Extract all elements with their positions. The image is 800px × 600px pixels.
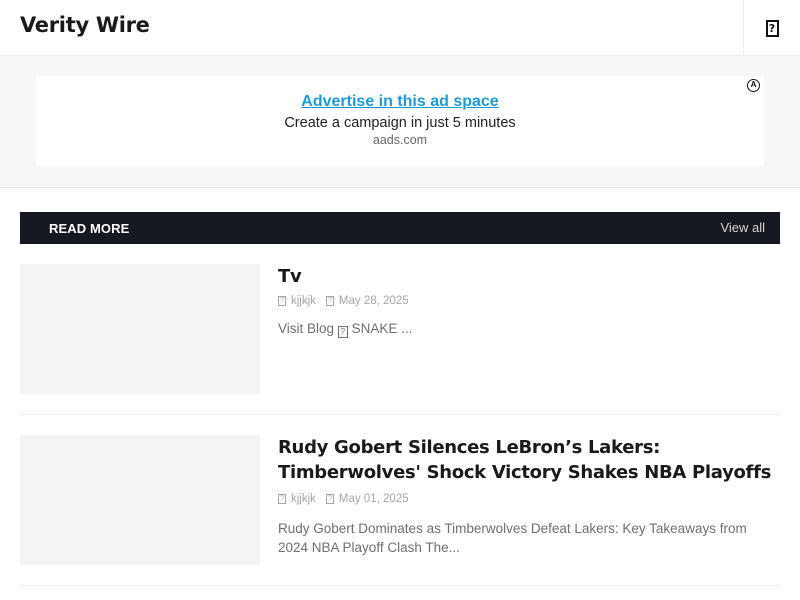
post-meta: ? kjjkjk ? May 01, 2025 <box>278 493 778 505</box>
post-title[interactable]: Tv <box>278 264 778 289</box>
post-item: Rudy Gobert Silences LeBron’s Lakers: Ti… <box>20 435 780 586</box>
section-header: READ MORE View all <box>20 212 780 244</box>
ad-subtitle: Create a campaign in just 5 minutes <box>284 115 516 131</box>
ad-domain: aads.com <box>372 133 428 147</box>
site-logo[interactable]: Verity Wire <box>20 13 150 37</box>
post-author[interactable]: kjjkjk <box>291 295 316 307</box>
excerpt-prefix: Visit Blog <box>278 321 335 336</box>
missing-glyph-icon: ? <box>765 19 779 37</box>
post-excerpt: Visit Blog ? SNAKE ... <box>278 319 778 338</box>
author-icon: ? <box>278 296 286 306</box>
post-thumbnail[interactable] <box>20 264 260 394</box>
ad-box[interactable]: Advertise in this ad space Create a camp… <box>36 76 764 166</box>
post-body: Rudy Gobert Silences LeBron’s Lakers: Ti… <box>278 435 778 557</box>
post-item: Tv ? kjjkjk ? May 28, 2025 Visit Blog ? SN… <box>20 264 780 415</box>
ad-banner-area: Advertise in this ad space Create a camp… <box>0 56 800 188</box>
calendar-icon: ? <box>325 296 334 306</box>
post-title[interactable]: Rudy Gobert Silences LeBron’s Lakers: Ti… <box>278 435 778 485</box>
post-author[interactable]: kjjkjk <box>291 493 316 505</box>
view-all-link[interactable]: View all <box>720 220 765 235</box>
ad-choices-icon[interactable]: A <box>747 79 760 92</box>
post-excerpt: Rudy Gobert Dominates as Timberwolves De… <box>278 521 747 555</box>
calendar-icon: ? <box>325 494 334 504</box>
excerpt-suffix: SNAKE ... <box>351 321 413 336</box>
section-title: READ MORE <box>49 221 130 236</box>
post-meta: ? kjjkjk ? May 28, 2025 <box>278 295 778 307</box>
site-header: Verity Wire ? <box>0 0 800 56</box>
menu-button[interactable]: ? <box>743 0 800 56</box>
post-date: May 28, 2025 <box>338 295 409 307</box>
post-body: Tv ? kjjkjk ? May 28, 2025 Visit Blog ? SN… <box>278 264 778 338</box>
post-thumbnail[interactable] <box>20 435 260 565</box>
author-icon: ? <box>278 494 286 504</box>
ad-link[interactable]: Advertise in this ad space <box>36 93 764 111</box>
missing-glyph-icon: ? <box>337 326 348 338</box>
post-date: May 01, 2025 <box>338 493 409 505</box>
